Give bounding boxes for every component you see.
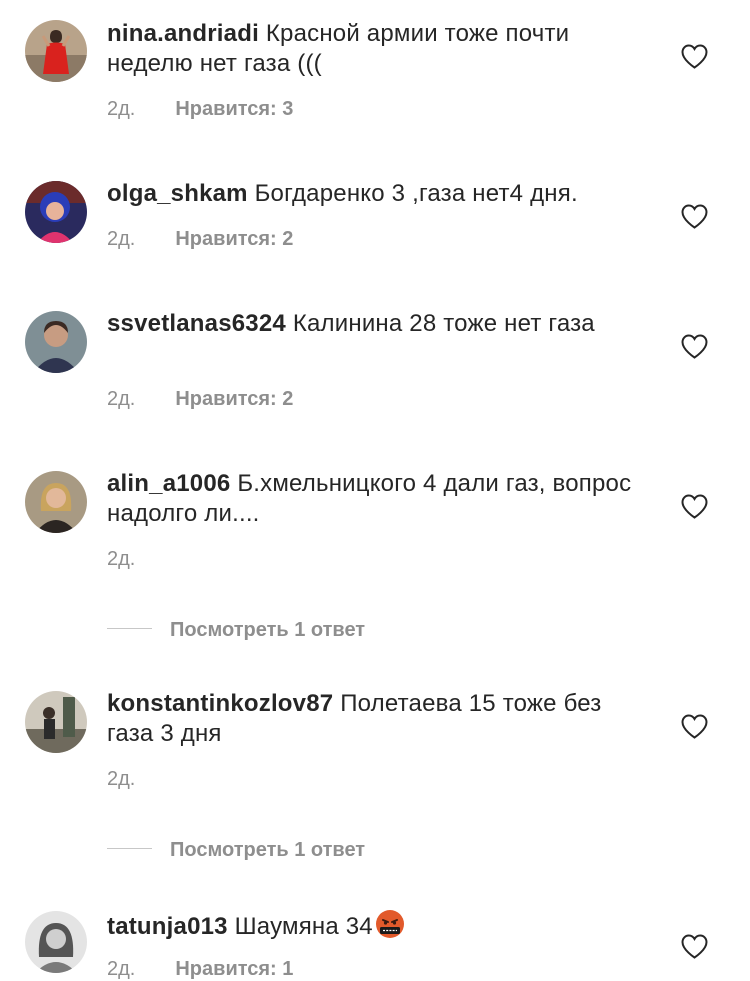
comment-likes[interactable]: Нравится: 1 (175, 958, 293, 980)
user-photo-icon (25, 691, 87, 753)
avatar[interactable] (25, 471, 87, 533)
comment-meta: 2д. Нравится: 2 (107, 227, 293, 251)
comment-text: Калинина 28 тоже нет газа (292, 310, 595, 337)
avatar[interactable] (25, 20, 87, 82)
avatar[interactable] (25, 311, 87, 373)
comment-time: 2д. (107, 388, 136, 410)
like-heart-icon[interactable] (681, 494, 708, 519)
comment-meta: 2д. Нравится: 3 (107, 97, 293, 121)
comment-text: Богдаренко 3 ,газа нет4 дня. (254, 180, 578, 207)
avatar[interactable] (25, 911, 87, 973)
comment-body: ssvetlanas6324 Калинина 28 тоже нет газа (107, 309, 637, 339)
comment-meta: 2д. Нравится: 2 (107, 387, 293, 411)
user-photo-icon (25, 181, 87, 243)
comment-time: 2д. (107, 228, 136, 250)
replies-divider (107, 628, 152, 630)
comment-meta: 2д. (107, 547, 175, 571)
comment-likes[interactable]: Нравится: 3 (175, 98, 293, 120)
user-photo-icon (25, 471, 87, 533)
comment-body: konstantinkozlov87 Полетаева 15 тоже без… (107, 689, 637, 749)
like-heart-icon[interactable] (681, 934, 708, 959)
user-photo-icon (25, 911, 87, 973)
user-photo-icon (25, 20, 87, 82)
comment-username[interactable]: tatunja013 (107, 913, 228, 940)
comment-username[interactable]: konstantinkozlov87 (107, 690, 333, 717)
comment-body: olga_shkam Богдаренко 3 ,газа нет4 дня. (107, 179, 637, 209)
comment-username[interactable]: olga_shkam (107, 180, 248, 207)
cursing-face-emoji-icon (375, 910, 404, 938)
comment-meta: 2д. (107, 767, 175, 791)
comment-text: Шаумяна 34 (234, 913, 373, 940)
avatar[interactable] (25, 181, 87, 243)
comment-body: alin_a1006 Б.хмельницкого 4 дали газ, во… (107, 469, 637, 529)
like-heart-icon[interactable] (681, 714, 708, 739)
view-replies-link[interactable]: Посмотреть 1 ответ (107, 618, 365, 642)
comment-time: 2д. (107, 548, 136, 570)
comment-body: tatunja013 Шаумяна 34 (107, 909, 637, 942)
view-replies-label: Посмотреть 1 ответ (170, 839, 366, 861)
user-photo-icon (25, 311, 87, 373)
replies-divider (107, 848, 152, 850)
comment-time: 2д. (107, 98, 136, 120)
view-replies-link[interactable]: Посмотреть 1 ответ (107, 838, 365, 862)
comment-username[interactable]: alin_a1006 (107, 470, 230, 497)
comment-likes[interactable]: Нравится: 2 (175, 228, 293, 250)
comment-meta: 2д. Нравится: 1 (107, 957, 293, 981)
avatar[interactable] (25, 691, 87, 753)
comment-likes[interactable]: Нравится: 2 (175, 388, 293, 410)
comment-username[interactable]: ssvetlanas6324 (107, 310, 286, 337)
view-replies-label: Посмотреть 1 ответ (170, 619, 366, 641)
comment-username[interactable]: nina.andriadi (107, 20, 259, 47)
like-heart-icon[interactable] (681, 334, 708, 359)
comment-time: 2д. (107, 958, 136, 980)
like-heart-icon[interactable] (681, 44, 708, 69)
comment-body: nina.andriadi Красной армии тоже почти н… (107, 19, 637, 79)
like-heart-icon[interactable] (681, 204, 708, 229)
comment-time: 2д. (107, 768, 136, 790)
